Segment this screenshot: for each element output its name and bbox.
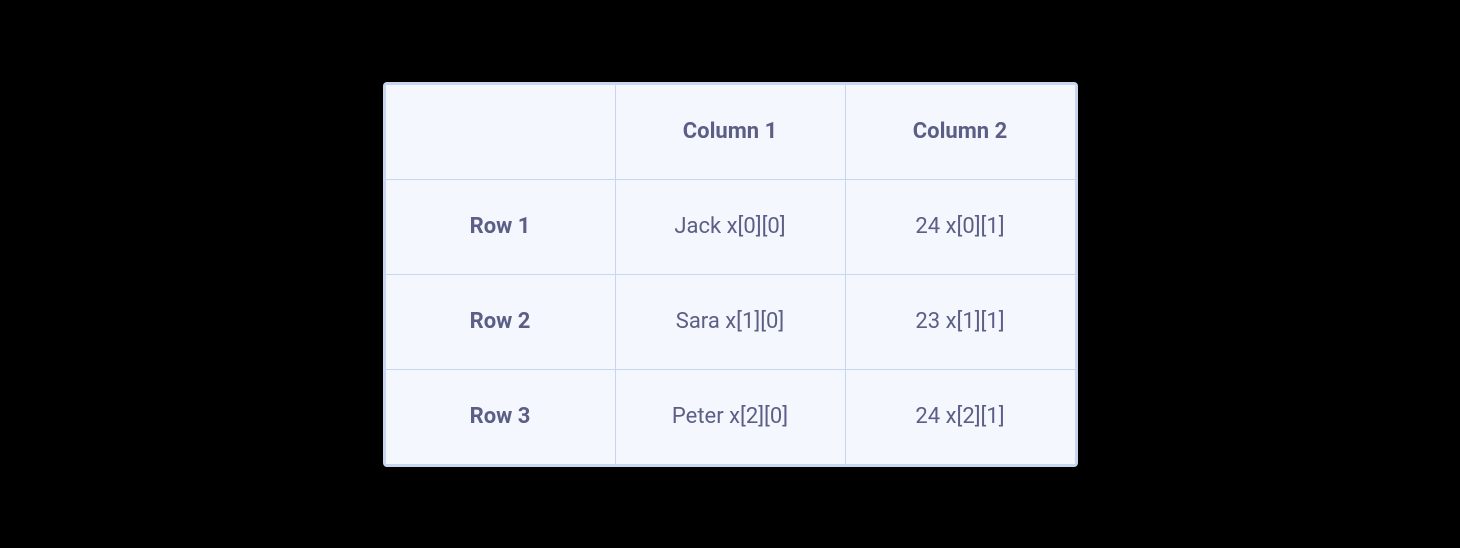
table-row: Row 1 Jack x[0][0] 24 x[0][1] xyxy=(385,179,1075,274)
row-header-3: Row 3 xyxy=(385,369,615,464)
column-header-2: Column 2 xyxy=(845,84,1075,179)
table-cell: 24 x[0][1] xyxy=(845,179,1075,274)
table-cell: 24 x[2][1] xyxy=(845,369,1075,464)
table-cell: 23 x[1][1] xyxy=(845,274,1075,369)
data-table-container: Column 1 Column 2 Row 1 Jack x[0][0] 24 … xyxy=(383,82,1078,467)
corner-cell xyxy=(385,84,615,179)
column-header-1: Column 1 xyxy=(615,84,845,179)
table-header-row: Column 1 Column 2 xyxy=(385,84,1075,179)
table-cell: Sara x[1][0] xyxy=(615,274,845,369)
table-row: Row 2 Sara x[1][0] 23 x[1][1] xyxy=(385,274,1075,369)
table-cell: Peter x[2][0] xyxy=(615,369,845,464)
data-table: Column 1 Column 2 Row 1 Jack x[0][0] 24 … xyxy=(385,84,1076,465)
row-header-2: Row 2 xyxy=(385,274,615,369)
table-row: Row 3 Peter x[2][0] 24 x[2][1] xyxy=(385,369,1075,464)
row-header-1: Row 1 xyxy=(385,179,615,274)
table-cell: Jack x[0][0] xyxy=(615,179,845,274)
